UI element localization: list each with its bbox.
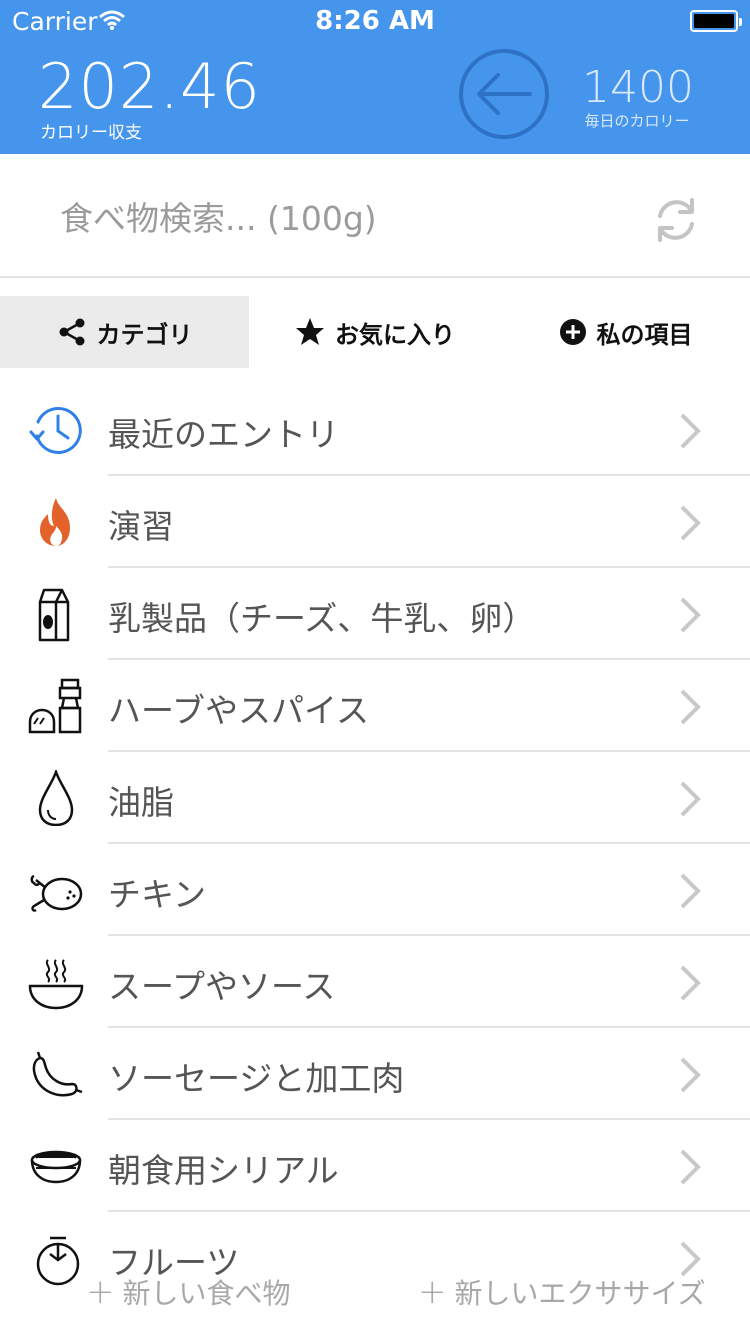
daily-calories-label: 毎日のカロリー bbox=[584, 112, 690, 130]
chevron-right-icon bbox=[680, 1149, 701, 1185]
list-item-label: 朝食用シリアル bbox=[108, 1151, 339, 1190]
status-bar: Carrier 8:26 AM bbox=[0, 0, 750, 40]
plus-icon: + bbox=[418, 1272, 447, 1312]
oil-drop-icon bbox=[38, 770, 74, 826]
share-icon bbox=[59, 318, 84, 346]
spice-shaker-icon bbox=[28, 678, 82, 734]
tab-categories[interactable]: カテゴリ bbox=[0, 296, 249, 368]
new-exercise-label: 新しいエクササイズ bbox=[454, 1277, 706, 1310]
list-item[interactable]: 朝食用シリアル bbox=[0, 1120, 750, 1212]
category-list: 最近のエントリ 演習 乳製品（チーズ、牛乳、卵） ハーブやスパイス 油脂 チキン… bbox=[0, 384, 750, 1304]
plus-circle-icon bbox=[559, 319, 586, 345]
list-item-label: ソーセージと加工肉 bbox=[108, 1059, 405, 1098]
star-icon bbox=[296, 318, 324, 345]
chevron-right-icon bbox=[680, 689, 701, 725]
tab-my-items[interactable]: 私の項目 bbox=[501, 296, 750, 368]
list-item[interactable]: チキン bbox=[0, 844, 750, 936]
daily-calories-value[interactable]: 1400 bbox=[582, 62, 694, 113]
tab-my-items-label: 私の項目 bbox=[596, 320, 693, 349]
list-item[interactable]: 乳製品（チーズ、牛乳、卵） bbox=[0, 568, 750, 660]
flame-icon bbox=[40, 498, 70, 546]
chevron-right-icon bbox=[680, 1057, 701, 1093]
list-item-label: ハーブやスパイス bbox=[108, 691, 370, 730]
list-item[interactable]: ハーブやスパイス bbox=[0, 660, 750, 752]
chevron-right-icon bbox=[680, 597, 701, 633]
milk-carton-icon bbox=[38, 588, 70, 642]
chevron-right-icon bbox=[680, 965, 701, 1001]
list-item[interactable]: 最近のエントリ bbox=[0, 384, 750, 476]
list-item-label: 最近のエントリ bbox=[108, 415, 339, 454]
clock-history-icon bbox=[29, 407, 82, 454]
plus-icon: + bbox=[86, 1272, 115, 1312]
list-item-label: 乳製品（チーズ、牛乳、卵） bbox=[108, 599, 536, 638]
chevron-right-icon bbox=[680, 873, 701, 909]
refresh-icon[interactable] bbox=[650, 194, 702, 246]
soup-bowl-icon bbox=[28, 959, 84, 1010]
tab-favorites[interactable]: お気に入り bbox=[249, 296, 501, 368]
chevron-right-icon bbox=[680, 505, 701, 541]
calorie-balance-label: カロリー収支 bbox=[40, 123, 142, 143]
search-row bbox=[0, 154, 750, 278]
list-item[interactable]: スープやソース bbox=[0, 936, 750, 1028]
header: Carrier 8:26 AM 202.46 カロリー収支 1400 毎日のカロ… bbox=[0, 0, 750, 154]
list-item-label: 演習 bbox=[108, 507, 174, 546]
tab-favorites-label: お気に入り bbox=[335, 320, 455, 349]
list-item-label: スープやソース bbox=[108, 967, 336, 1006]
battery-icon bbox=[690, 10, 742, 32]
category-tabs: カテゴリ お気に入り 私の項目 bbox=[0, 296, 750, 368]
new-food-label: 新しい食べ物 bbox=[122, 1277, 291, 1310]
calorie-balance-value: 202.46 bbox=[38, 50, 261, 123]
chicken-icon bbox=[30, 874, 83, 912]
cereal-bowl-icon bbox=[30, 1150, 82, 1184]
bottom-actions: + 新しい食べ物 + 新しいエクササイズ bbox=[0, 1262, 750, 1322]
list-item-label: チキン bbox=[108, 875, 207, 914]
list-item[interactable]: 油脂 bbox=[0, 752, 750, 844]
list-item-label: 油脂 bbox=[108, 783, 174, 822]
back-arrow-icon[interactable] bbox=[458, 48, 550, 140]
chevron-right-icon bbox=[680, 413, 701, 449]
new-exercise-button[interactable]: + 新しいエクササイズ bbox=[418, 1272, 706, 1312]
chevron-right-icon bbox=[680, 781, 701, 817]
status-time: 8:26 AM bbox=[315, 6, 435, 36]
list-item[interactable]: ソーセージと加工肉 bbox=[0, 1028, 750, 1120]
new-food-button[interactable]: + 新しい食べ物 bbox=[86, 1272, 291, 1312]
food-search-input[interactable] bbox=[60, 194, 620, 242]
tab-categories-label: カテゴリ bbox=[96, 320, 193, 349]
list-item[interactable]: 演習 bbox=[0, 476, 750, 568]
sausage-icon bbox=[32, 1051, 83, 1097]
